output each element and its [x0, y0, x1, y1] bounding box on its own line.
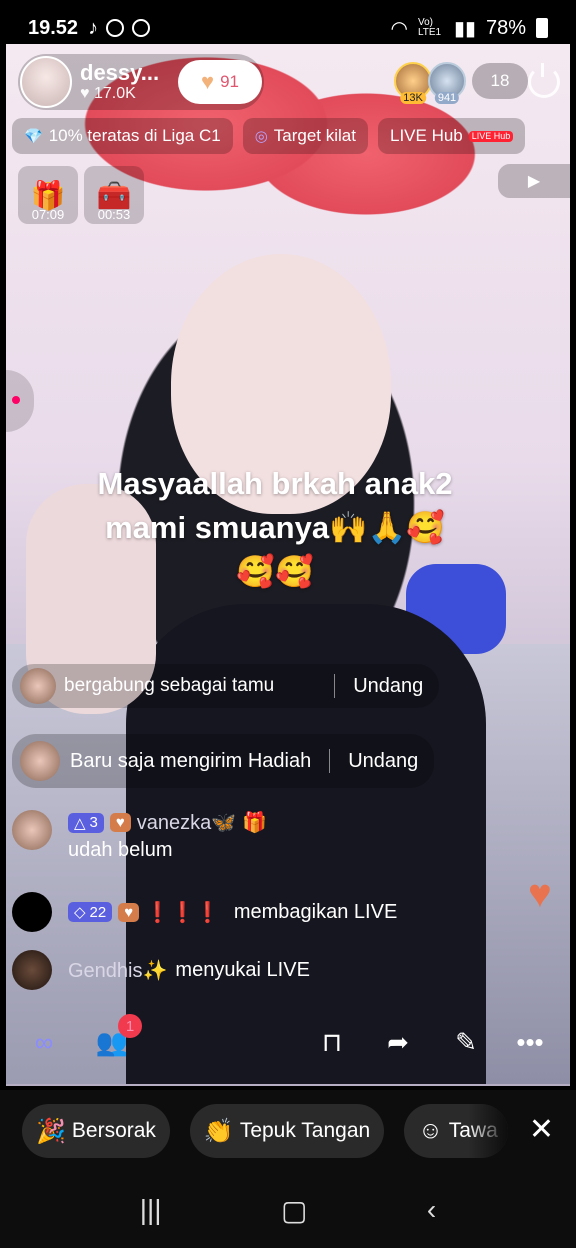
notification-badge: 1 [118, 1014, 142, 1038]
target-icon: ◎ [254, 128, 268, 145]
live-hub-chip[interactable]: LIVE Hub LIVE Hub [377, 118, 526, 154]
laugh-icon: ☺ [418, 1117, 443, 1144]
level-badge: ◇ 22 [68, 902, 113, 922]
gift-timer: 07:09 [31, 207, 65, 222]
avatar[interactable] [20, 668, 56, 704]
level-badge: △ 3 [68, 812, 104, 833]
comment-username[interactable]: ❗❗❗ [145, 900, 220, 925]
avatar[interactable] [12, 892, 52, 932]
battery-icon [536, 18, 548, 38]
host-info[interactable]: dessy... ♥ 17.0K ♥ 91 [18, 54, 264, 110]
share-button[interactable]: ➦ [374, 1018, 422, 1066]
back-button[interactable]: ‹ [427, 1194, 436, 1226]
battery-label: 78% [485, 16, 526, 39]
heart-icon: ♥ [80, 85, 94, 103]
comment-text: menyukai LIVE [175, 958, 310, 981]
avatar[interactable] [12, 810, 52, 850]
host-name: dessy... [80, 60, 160, 86]
target-chip[interactable]: ◎ Target kilat [242, 118, 368, 154]
power-icon[interactable] [528, 63, 560, 98]
camera-icon: ▶ [527, 173, 541, 190]
live-hub-icon: LIVE Hub [468, 130, 514, 142]
home-button[interactable]: ▢ [281, 1194, 307, 1227]
comment-text: membagikan LIVE [233, 900, 398, 923]
comment-join: bergabung sebagai tamu Undang [12, 664, 440, 708]
close-icon[interactable]: ✕ [529, 1112, 554, 1147]
link-icon: ∞ [34, 1026, 54, 1057]
viewer-count[interactable]: 18 [472, 63, 528, 99]
reaction-bar: 🎉 Bersorak 👏 Tepuk Tangan ☺ Tawa ✕ [0, 1090, 576, 1172]
whatsapp-icon [106, 19, 125, 37]
network-label: Vo) LTE1 [417, 17, 442, 38]
shop-button[interactable]: ⊓ [308, 1018, 356, 1066]
gift-icon: 🎁 [242, 812, 268, 834]
like-count: 91 [220, 72, 239, 91]
heart-icon: ♥ [201, 69, 215, 94]
treasure-chest-tile[interactable]: 🧰 00:53 [84, 166, 144, 224]
share-icon: ➦ [387, 1026, 409, 1057]
viewer-avatar[interactable]: 941 [428, 62, 466, 104]
follow-like-button[interactable]: ♥ 91 [178, 60, 262, 104]
minus-circle-icon [132, 19, 151, 37]
reaction-clap[interactable]: 👏 Tepuk Tangan [189, 1104, 385, 1158]
magic-wand-icon: ✎ [455, 1026, 477, 1057]
fan-badge: ♥ [109, 813, 131, 832]
gift-timer: 00:53 [97, 207, 131, 222]
viewer-avatar[interactable]: 13K [394, 62, 432, 104]
clap-icon: 👏 [203, 1117, 234, 1145]
host-likes: ♥ 17.0K [80, 85, 136, 103]
live-caption: Masyaallah brkah anak2 mami smuanya🙌🙏🥰 🥰… [97, 466, 453, 589]
notification-icons: ♪ [88, 16, 151, 40]
link-button[interactable]: ∞ [20, 1018, 68, 1066]
more-icon: ••• [516, 1026, 544, 1057]
avatar[interactable] [12, 950, 52, 990]
reaction-cheer[interactable]: 🎉 Bersorak [22, 1104, 170, 1158]
comment-share: ◇ 22 ♥ ❗❗❗ membagikan LIVE [12, 892, 397, 932]
top-viewers[interactable]: 13K 941 18 [394, 62, 528, 104]
wifi-icon: ◠ [390, 17, 408, 40]
cheer-icon: 🎉 [36, 1117, 66, 1145]
gift-tiles: 🎁 07:09 🧰 00:53 [18, 166, 144, 224]
live-toolbar: ∞ 👥 1 ⊓ ➦ ✎ ••• [6, 1012, 570, 1072]
diamond-icon: 💎 [24, 128, 43, 145]
gift-box-tile[interactable]: 🎁 07:09 [18, 166, 78, 224]
info-chips: 💎 10% teratas di Liga C1 ◎ Target kilat … [12, 118, 526, 154]
signal-icon: ▮▮ [453, 17, 476, 40]
comment-gift: Baru saja mengirim Hadiah Undang [12, 734, 435, 788]
guests-button[interactable]: 👥 1 [88, 1014, 142, 1066]
host-avatar[interactable] [20, 56, 72, 108]
fan-badge: ♥ [118, 902, 140, 922]
effects-button[interactable]: ✎ [442, 1018, 490, 1066]
invite-button[interactable]: Undang [348, 750, 418, 773]
shopping-bag-icon: ⊓ [321, 1026, 343, 1057]
more-button[interactable]: ••• [506, 1018, 554, 1066]
comment-username[interactable]: vanezka🦋 [137, 810, 236, 835]
avatar[interactable] [20, 741, 60, 781]
league-chip[interactable]: 💎 10% teratas di Liga C1 [12, 118, 233, 154]
comment-text: udah belum [68, 839, 173, 861]
floating-heart-icon: ♥ [528, 872, 552, 916]
system-nav-bar: ||| ▢ ‹ [0, 1172, 576, 1248]
reaction-laugh[interactable]: ☺ Tawa [404, 1104, 509, 1158]
comment-username[interactable]: Gendhis✨ [68, 958, 167, 983]
camera-toggle[interactable]: ▶ [498, 164, 570, 198]
comment-chat: △ 3 ♥ vanezka🦋 🎁 udah belum [12, 810, 267, 862]
recent-apps-button[interactable]: ||| [140, 1194, 162, 1226]
status-time: 19.52 [28, 16, 79, 39]
invite-button[interactable]: Undang [353, 675, 423, 698]
comment-like: Gendhis✨ menyukai LIVE [12, 950, 310, 990]
tiktok-icon: ♪ [88, 16, 99, 39]
